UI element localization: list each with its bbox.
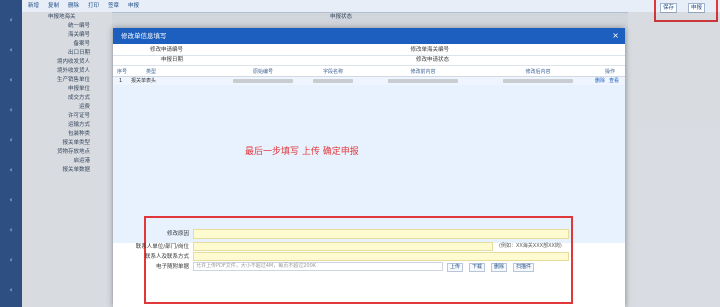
row-view-link[interactable]: 查看 bbox=[609, 77, 619, 85]
upload-button[interactable]: 上传 bbox=[447, 263, 464, 272]
toolbar-sign-button[interactable]: 签章 bbox=[106, 2, 121, 10]
toolbar-delete-button[interactable]: 删除 bbox=[66, 2, 81, 10]
nav-arrow-icon[interactable]: ‹ bbox=[7, 226, 15, 234]
nav-arrow-icon[interactable]: ‹ bbox=[7, 46, 15, 54]
left-navigation: ‹ ‹ ‹ ‹ ‹ ‹ ‹ ‹ ‹ ‹ bbox=[0, 0, 22, 307]
mod-no-label: 修改申请编号 bbox=[149, 47, 183, 53]
unit-row: 联系人单位/部门/岗位 (例如：XX海关XXX部XX岗) bbox=[113, 242, 625, 252]
instruction-annotation: 最后一步填写 上传 确定申报 bbox=[245, 147, 359, 157]
nav-arrow-icon[interactable]: ‹ bbox=[7, 76, 15, 84]
row-delete-link[interactable]: 删除 bbox=[595, 77, 605, 85]
redacted-original-no bbox=[233, 79, 293, 83]
delete-attachment-button[interactable]: 删除 bbox=[491, 263, 508, 272]
row-index: 1 bbox=[119, 78, 123, 84]
unit-label: 联系人单位/部门/岗位 bbox=[135, 244, 189, 250]
toolbar-copy-button[interactable]: 复制 bbox=[46, 2, 61, 10]
contact-label: 联系人及联系方式 bbox=[144, 254, 189, 260]
status-value bbox=[453, 56, 613, 65]
reason-input[interactable] bbox=[193, 229, 569, 239]
nav-arrow-icon[interactable]: ‹ bbox=[7, 16, 15, 24]
col-action: 操作 bbox=[604, 69, 615, 75]
col-original-no: 原始编号 bbox=[252, 69, 273, 75]
status-label: 修改申请状态 bbox=[415, 57, 449, 63]
declare-date-value bbox=[187, 56, 367, 65]
scan-button[interactable]: 扫描件 bbox=[513, 263, 535, 272]
info-row: 申报日期 修改申请状态 bbox=[113, 56, 625, 66]
nav-arrow-icon[interactable]: ‹ bbox=[7, 166, 15, 174]
reason-label: 修改原因 bbox=[166, 231, 189, 237]
close-icon[interactable]: × bbox=[612, 28, 619, 44]
col-after: 修改后内容 bbox=[525, 69, 551, 75]
declare-date-label: 申报日期 bbox=[160, 57, 183, 63]
download-button[interactable]: 下载 bbox=[469, 263, 486, 272]
toolbar-declare-button[interactable]: 申报 bbox=[126, 2, 141, 10]
nav-arrow-icon[interactable]: ‹ bbox=[7, 256, 15, 264]
toolbar-print-button[interactable]: 打印 bbox=[86, 2, 101, 10]
dialog-title: 修改单信息填写 bbox=[121, 32, 167, 40]
modification-dialog: 修改单信息填写 × 修改申请编号 修改单海关编号 申报日期 修改申请状态 序号 … bbox=[113, 28, 625, 307]
attachment-label: 电子随附单据 bbox=[155, 264, 189, 270]
customs-no-label: 修改单海关编号 bbox=[410, 47, 449, 53]
unit-input[interactable] bbox=[193, 242, 493, 251]
contact-input[interactable] bbox=[193, 252, 569, 261]
nav-arrow-icon[interactable]: ‹ bbox=[7, 136, 15, 144]
redacted-field-name bbox=[313, 79, 353, 83]
dialog-header: 修改单信息填写 × bbox=[113, 28, 625, 44]
toolbar-new-button[interactable]: 新增 bbox=[26, 2, 41, 10]
col-before: 修改前内容 bbox=[410, 69, 436, 75]
mod-no-value bbox=[187, 46, 367, 55]
reason-row: 修改原因 bbox=[113, 229, 625, 239]
attachment-input[interactable]: 允许上传PDF文件，大小不超过4M，每页不超过200K bbox=[193, 262, 443, 271]
contact-row: 联系人及联系方式 bbox=[113, 252, 625, 262]
nav-arrow-icon[interactable]: ‹ bbox=[7, 196, 15, 204]
col-type: 类型 bbox=[145, 69, 156, 75]
col-index: 序号 bbox=[116, 69, 127, 75]
table-header: 序号 类型 原始编号 字段名称 修改前内容 修改后内容 操作 bbox=[113, 68, 625, 77]
col-field-name: 字段名称 bbox=[322, 69, 343, 75]
redacted-before bbox=[388, 79, 458, 83]
customs-no-value bbox=[453, 46, 613, 55]
attachment-row: 电子随附单据 允许上传PDF文件，大小不超过4M，每页不超过200K 上传 下载… bbox=[113, 262, 625, 272]
redacted-after bbox=[503, 79, 573, 83]
nav-arrow-icon[interactable]: ‹ bbox=[7, 106, 15, 114]
row-type: 报关单表头 bbox=[131, 78, 157, 84]
unit-hint: (例如：XX海关XXX部XX岗) bbox=[499, 243, 562, 249]
info-row: 修改申请编号 修改单海关编号 bbox=[113, 46, 625, 56]
nav-arrow-icon[interactable]: ‹ bbox=[7, 286, 15, 294]
